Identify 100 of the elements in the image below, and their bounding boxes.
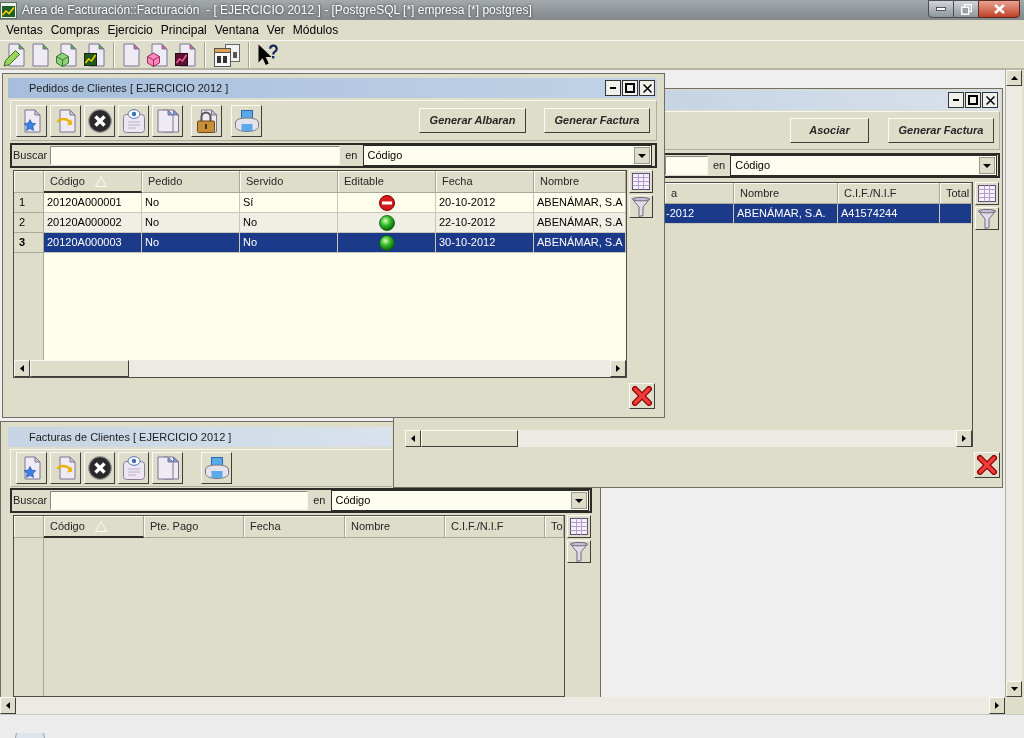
column-header[interactable]: Editable xyxy=(338,171,436,193)
action-button[interactable]: Generar Factura xyxy=(544,108,650,133)
row-header[interactable]: 3 xyxy=(14,233,44,253)
column-header[interactable]: Pedido xyxy=(142,171,240,193)
document-pencil-icon[interactable] xyxy=(3,42,25,67)
menu-item[interactable]: Ejercicio xyxy=(103,21,157,39)
funnel-icon xyxy=(570,541,588,562)
column-header[interactable]: To xyxy=(545,516,564,538)
menu-item[interactable]: Módulos xyxy=(288,21,343,39)
table-row[interactable]: 1 20120A000001 No Sí 20-10-2012 ABENÁMAR, S.A xyxy=(14,193,626,213)
scroll-up-button[interactable] xyxy=(1006,70,1022,86)
scroll-right-button[interactable] xyxy=(989,697,1005,714)
delete-button[interactable] xyxy=(84,452,115,484)
horizontal-scrollbar[interactable] xyxy=(0,697,1005,714)
column-header[interactable]: C.I.F./N.I.F xyxy=(445,516,545,538)
minimize-button[interactable] xyxy=(948,92,964,108)
dropdown[interactable]: Código xyxy=(362,145,652,166)
close-icon xyxy=(642,83,652,93)
horizontal-scrollbar[interactable] xyxy=(14,360,626,377)
column-header[interactable]: Total xyxy=(940,183,972,204)
search-label: Buscar xyxy=(12,493,48,509)
column-header[interactable]: Fecha xyxy=(436,171,534,193)
table-row[interactable]: 3 20120A000003 No No 30-10-2012 ABENÁMAR, S.A xyxy=(14,233,626,253)
search-field[interactable] xyxy=(50,491,309,510)
vertical-scrollbar[interactable] xyxy=(1005,70,1022,697)
calendar-icon[interactable] xyxy=(214,42,240,67)
close-icon xyxy=(985,95,995,105)
view-button[interactable] xyxy=(118,452,149,484)
scroll-down-button[interactable] xyxy=(1006,681,1022,697)
new-button[interactable] xyxy=(16,104,47,137)
column-header[interactable]: Pte. Pago xyxy=(144,516,244,538)
document-icon[interactable] xyxy=(32,42,49,67)
menu-item[interactable]: Ventas xyxy=(2,21,47,39)
column-header[interactable]: Nombre xyxy=(734,183,838,204)
row-header[interactable]: 1 xyxy=(14,193,44,213)
action-button[interactable]: Generar Albaran xyxy=(419,108,526,133)
filter-button[interactable] xyxy=(567,540,591,563)
document-cube-icon[interactable] xyxy=(147,42,168,67)
menu-item[interactable]: Principal xyxy=(156,21,211,39)
column-header[interactable]: Servido xyxy=(240,171,338,193)
minimize-button[interactable] xyxy=(605,80,621,96)
print-button[interactable] xyxy=(231,104,262,137)
action-button[interactable]: Asociar xyxy=(790,118,869,143)
table-layout-button[interactable] xyxy=(975,182,999,205)
dropdown[interactable]: Código xyxy=(730,155,997,176)
edit-button[interactable] xyxy=(50,452,81,484)
view-button[interactable] xyxy=(118,104,149,137)
column-header[interactable]: Nombre xyxy=(345,516,445,538)
column-header[interactable]: Fecha xyxy=(244,516,345,538)
close-button[interactable] xyxy=(978,0,1020,18)
new-button[interactable] xyxy=(16,452,47,484)
printer-icon xyxy=(204,457,229,479)
window-title: Facturas de Clientes [ EJERCICIO 2012 ] xyxy=(29,429,232,445)
in-label: en xyxy=(345,148,358,164)
padlock-icon xyxy=(196,108,217,133)
close-button[interactable] xyxy=(982,92,998,108)
filter-button[interactable] xyxy=(975,207,999,230)
scroll-left-button[interactable] xyxy=(0,697,16,714)
edit-button[interactable] xyxy=(50,104,81,137)
clipboard-eye-icon xyxy=(122,456,145,480)
close-button[interactable] xyxy=(639,80,655,96)
print-button[interactable] xyxy=(201,452,232,484)
column-header[interactable]: C.I.F./N.I.F xyxy=(838,183,940,204)
column-header[interactable]: Nombre xyxy=(534,171,626,193)
scrollbar-thumb[interactable] xyxy=(421,430,518,447)
document-chart-icon[interactable] xyxy=(175,42,196,67)
table-row[interactable]: 2 20120A000002 No No 22-10-2012 ABENÁMAR, S.A xyxy=(14,213,626,233)
menu-item[interactable]: Ventana xyxy=(210,21,263,39)
scroll-left-button[interactable] xyxy=(405,430,421,447)
document-chart-icon[interactable] xyxy=(84,42,105,67)
column-header[interactable]: Código xyxy=(44,171,142,193)
scroll-right-button[interactable] xyxy=(956,430,972,447)
copy-button[interactable] xyxy=(152,452,183,484)
action-button[interactable]: Generar Factura xyxy=(888,118,994,143)
maximize-button[interactable] xyxy=(965,92,981,108)
table-layout-button[interactable] xyxy=(629,170,653,193)
filter-button[interactable] xyxy=(629,195,653,218)
restore-button[interactable] xyxy=(954,0,978,18)
column-header[interactable]: Código xyxy=(44,516,144,538)
scrollbar-thumb[interactable] xyxy=(30,360,129,377)
lock-button[interactable] xyxy=(191,104,222,137)
dropdown[interactable]: Código xyxy=(330,490,589,511)
scroll-left-button[interactable] xyxy=(14,360,30,377)
delete-button[interactable] xyxy=(84,104,115,137)
copy-button[interactable] xyxy=(152,104,183,137)
scroll-right-button[interactable] xyxy=(610,360,626,377)
column-header[interactable]: a xyxy=(665,183,734,204)
horizontal-scrollbar[interactable] xyxy=(405,430,972,447)
maximize-button[interactable] xyxy=(622,80,638,96)
menu-item[interactable]: Compras xyxy=(46,21,104,39)
table-row[interactable]: -2012 ABENÁMAR, S.A. A41574244 xyxy=(665,204,972,224)
document-cube-icon[interactable] xyxy=(56,42,77,67)
menu-item[interactable]: Ver xyxy=(262,21,289,39)
document-icon[interactable] xyxy=(123,42,140,67)
row-header[interactable]: 2 xyxy=(14,213,44,233)
search-field[interactable] xyxy=(665,156,708,175)
minimize-button[interactable] xyxy=(928,0,954,18)
table-layout-button[interactable] xyxy=(567,515,591,538)
help-pointer-icon[interactable] xyxy=(258,43,278,66)
search-field[interactable] xyxy=(50,146,341,165)
